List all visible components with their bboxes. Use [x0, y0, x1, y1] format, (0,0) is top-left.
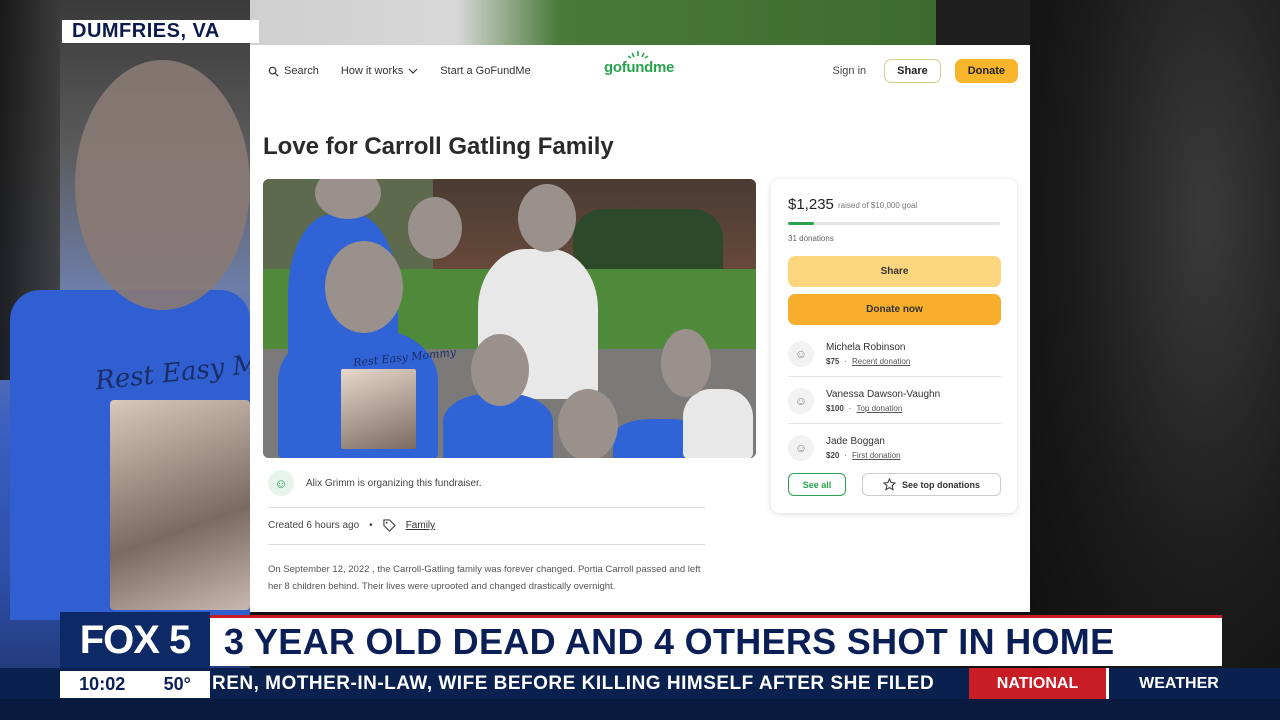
search-link[interactable]: Search — [268, 65, 319, 77]
donation-item: ☺ Michela Robinson $75 · Recent donation — [788, 331, 1001, 377]
donation-item: ☺ Vanessa Dawson-Vaughn $100 · Top donatio… — [788, 378, 1001, 424]
campaign-photo: Rest Easy Mommy — [263, 179, 756, 458]
logo-sun-icon — [627, 51, 649, 59]
blurred-face — [75, 60, 250, 310]
time-temp-box: 10:02 50° — [60, 671, 210, 698]
sign-in-link[interactable]: Sign in — [833, 65, 867, 77]
see-top-donations-button[interactable]: See top donations — [862, 473, 1001, 496]
star-icon — [882, 478, 896, 491]
background-photo-right — [1030, 0, 1280, 720]
blurred-face — [408, 197, 462, 259]
start-gofundme-link[interactable]: Start a GoFundMe — [440, 65, 531, 77]
donation-item: ☺ Jade Boggan $20 · First donation — [788, 425, 1001, 471]
donation-tag-link[interactable]: Top donation — [856, 404, 902, 413]
blurred-face — [471, 334, 529, 406]
donation-card: $1,235 raised of $10,000 goal 31 donatio… — [771, 179, 1017, 513]
temperature: 50° — [163, 674, 191, 694]
chevron-down-icon — [408, 68, 418, 74]
user-icon: ☺ — [268, 470, 294, 496]
nav-donate-button[interactable]: Donate — [954, 59, 1018, 83]
how-it-works-menu[interactable]: How it works — [341, 65, 418, 77]
goal-text: raised of $10,000 goal — [838, 201, 918, 210]
donate-now-button[interactable]: Donate now — [788, 294, 1001, 325]
weather-tab: WEATHER — [1139, 674, 1219, 692]
campaign-title: Love for Carroll Gatling Family — [263, 133, 614, 160]
divider — [268, 507, 705, 508]
campaign-story: On September 12, 2022 , the Carroll-Gatl… — [268, 564, 701, 592]
donor-icon: ☺ — [788, 340, 814, 367]
top-nav: Search How it works Start a GoFundMe gof… — [250, 45, 1030, 97]
organizer-row: ☺ Alix Grimm is organizing this fundrais… — [268, 470, 482, 496]
blurred-face — [558, 389, 618, 458]
donor-icon: ☺ — [788, 387, 814, 414]
national-tab: NATIONAL — [969, 668, 1109, 699]
time: 10:02 — [79, 674, 126, 694]
gofundme-page: Search How it works Start a GoFundMe gof… — [250, 45, 1030, 612]
gofundme-logo[interactable]: gofundme — [604, 51, 674, 76]
share-button[interactable]: Share — [788, 256, 1001, 287]
search-icon — [268, 66, 279, 77]
blurred-face — [518, 184, 576, 252]
see-all-button[interactable]: See all — [788, 473, 846, 496]
background-photo-top — [250, 0, 936, 45]
nav-share-button[interactable]: Share — [884, 59, 941, 83]
donation-tag-link[interactable]: Recent donation — [852, 357, 910, 366]
headline-bar: 3 YEAR OLD DEAD AND 4 OTHERS SHOT IN HOM… — [210, 615, 1222, 666]
donor-icon: ☺ — [788, 435, 814, 461]
news-broadcast-frame: Rest Easy M DUMFRIES, VA Search How it w… — [0, 0, 1280, 720]
category-link[interactable]: Family — [406, 520, 435, 531]
tag-icon — [383, 519, 396, 532]
raised-amount: $1,235 — [788, 196, 834, 213]
blurred-face — [661, 329, 711, 397]
fox5-logo: FOX 5 — [60, 612, 210, 668]
campaign-meta: Created 6 hours ago • Family — [268, 519, 436, 532]
divider — [268, 544, 705, 545]
location-label: DUMFRIES, VA — [62, 20, 259, 43]
location-text: DUMFRIES, VA — [72, 20, 220, 42]
blurred-face — [325, 241, 403, 333]
progress-bar — [788, 222, 1000, 225]
donation-tag-link[interactable]: First donation — [852, 451, 900, 460]
news-crawl: REN, MOTHER-IN-LAW, WIFE BEFORE KILLING … — [212, 672, 935, 694]
donation-count: 31 donations — [788, 234, 834, 243]
